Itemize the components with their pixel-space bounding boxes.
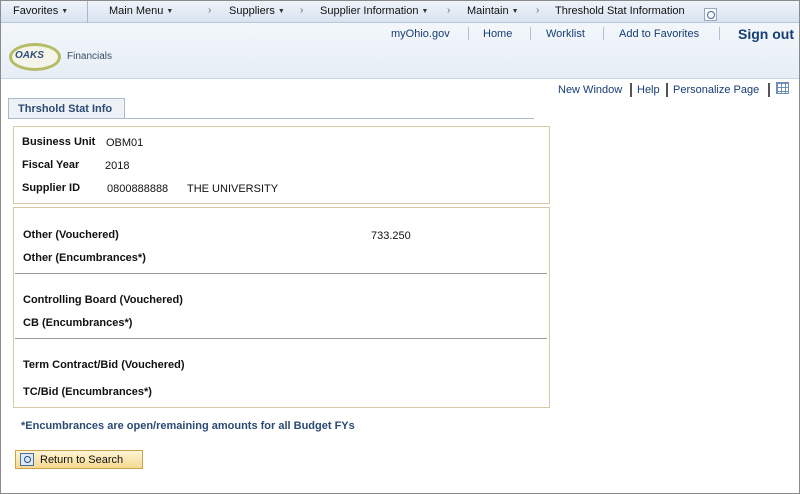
breadcrumb-threshold-stat-information[interactable]: Threshold Stat Information	[555, 5, 685, 17]
threshold-stats-box: Other (Vouchered) 733.250 Other (Encumbr…	[13, 207, 550, 408]
breadcrumb-arrow-icon: ›	[536, 5, 540, 16]
header-divider	[719, 27, 720, 40]
top-nav-bar: Favorites ▼ Main Menu ▼ › Suppliers ▼ › Sup…	[1, 1, 799, 23]
tc-encumbrances-label: TC/Bid (Encumbrances*)	[23, 386, 152, 398]
business-unit-label: Business Unit	[22, 136, 96, 148]
breadcrumb-supplier-information[interactable]: Supplier Information ▼	[320, 5, 428, 17]
favorites-label: Favorites	[13, 5, 59, 17]
chevron-down-icon: ▼	[166, 8, 174, 15]
chevron-down-icon: ▼	[421, 8, 429, 15]
page-link-divider	[630, 83, 632, 97]
financials-logo-text: Financials	[67, 51, 113, 62]
add-to-favorites-link[interactable]: Add to Favorites	[619, 28, 699, 40]
return-to-search-label: Return to Search	[40, 454, 124, 466]
breadcrumb-arrow-icon: ›	[447, 5, 451, 16]
other-encumbrances-label: Other (Encumbrances*)	[23, 252, 146, 264]
header-divider	[530, 27, 531, 40]
sign-out-link[interactable]: Sign out	[738, 26, 794, 42]
help-link[interactable]: Help	[637, 84, 660, 96]
supplier-id-value: 0800888888	[107, 183, 169, 195]
page-link-divider	[666, 83, 668, 97]
return-search-icon	[20, 453, 34, 466]
page-link-divider	[768, 83, 770, 97]
grid-icon[interactable]	[776, 82, 789, 94]
tc-vouchered-label: Term Contract/Bid (Vouchered)	[23, 359, 185, 371]
main-menu[interactable]: Main Menu ▼	[109, 5, 173, 17]
breadcrumb-arrow-icon: ›	[300, 5, 304, 16]
header-divider	[468, 27, 469, 40]
favorites-menu[interactable]: Favorites ▼	[13, 5, 68, 17]
fiscal-year-value: 2018	[105, 160, 130, 172]
fiscal-year-label: Fiscal Year	[22, 159, 80, 171]
new-window-link[interactable]: New Window	[558, 84, 622, 96]
breadcrumb-label: Supplier Information	[320, 5, 419, 17]
breadcrumb-label: Threshold Stat Information	[555, 5, 685, 17]
personalize-page-link[interactable]: Personalize Page	[673, 84, 759, 96]
supplier-name: THE UNIVERSITY	[187, 183, 279, 195]
header-band: OAKS Financials myOhio.gov Home Worklist…	[1, 23, 799, 79]
supplier-id-label: Supplier ID	[22, 182, 81, 194]
supplier-info-box: Business Unit OBM01 Fiscal Year 2018 Sup…	[13, 126, 550, 204]
worklist-link[interactable]: Worklist	[546, 28, 585, 40]
breadcrumb-maintain[interactable]: Maintain ▼	[467, 5, 519, 17]
cb-encumbrances-label: CB (Encumbrances*)	[23, 317, 133, 329]
main-menu-label: Main Menu	[109, 5, 164, 17]
nav-divider	[87, 1, 88, 23]
chevron-down-icon: ▼	[511, 8, 519, 15]
tab-threshold-stat-info[interactable]: Thrshold Stat Info	[8, 98, 125, 118]
encumbrances-footnote: *Encumbrances are open/remaining amounts…	[21, 420, 355, 432]
home-link[interactable]: Home	[483, 28, 512, 40]
search-icon[interactable]	[704, 8, 717, 21]
breadcrumb-label: Maintain	[467, 5, 509, 17]
business-unit-value: OBM01	[106, 137, 144, 149]
chevron-down-icon: ▼	[277, 8, 285, 15]
section-divider	[15, 273, 547, 274]
other-vouchered-label: Other (Vouchered)	[23, 229, 119, 241]
myohio-link[interactable]: myOhio.gov	[391, 28, 450, 40]
header-divider	[603, 27, 604, 40]
section-divider	[15, 338, 547, 339]
chevron-down-icon: ▼	[61, 8, 69, 15]
breadcrumb-suppliers[interactable]: Suppliers ▼	[229, 5, 285, 17]
other-vouchered-value: 733.250	[371, 230, 411, 242]
tab-underline	[8, 118, 534, 119]
breadcrumb-label: Suppliers	[229, 5, 275, 17]
oaks-logo-text: OAKS	[15, 50, 44, 61]
return-to-search-button[interactable]: Return to Search	[15, 450, 143, 469]
breadcrumb-arrow-icon: ›	[208, 5, 212, 16]
cb-vouchered-label: Controlling Board (Vouchered)	[23, 294, 183, 306]
